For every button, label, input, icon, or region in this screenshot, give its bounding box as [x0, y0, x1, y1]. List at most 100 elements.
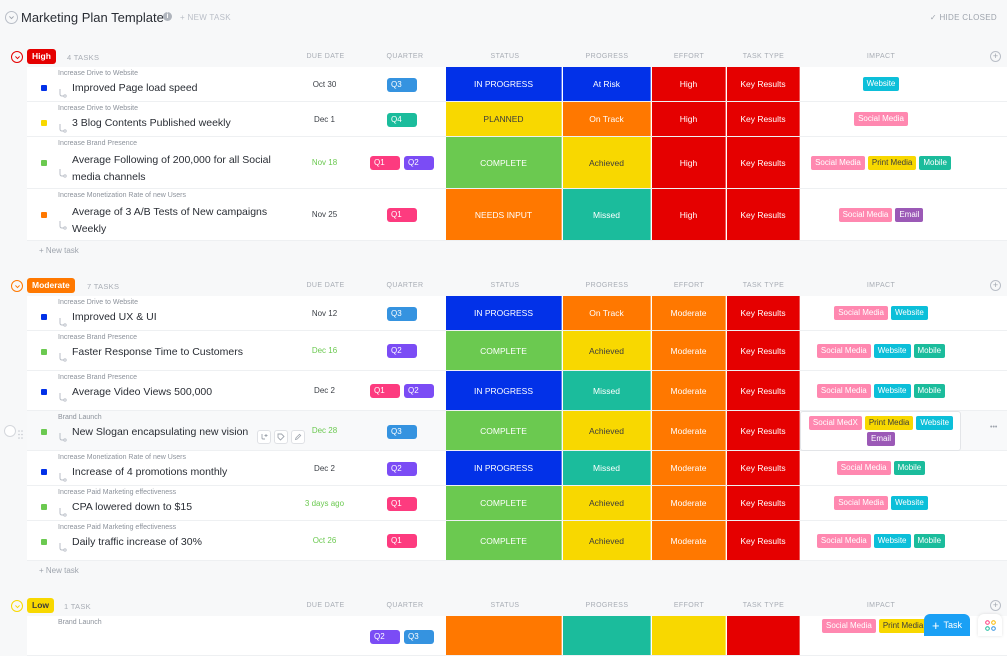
column-header-task-type[interactable]: TASK TYPE [727, 282, 800, 289]
progress-cell[interactable]: Missed [563, 371, 651, 410]
task-name[interactable]: Improved UX & UI [72, 309, 157, 326]
quarter-tags[interactable]: Q1 [370, 208, 434, 222]
effort-cell[interactable]: High [652, 102, 726, 136]
effort-cell[interactable]: High [652, 137, 726, 188]
status-square[interactable] [41, 85, 47, 91]
task-type-cell[interactable]: Key Results [727, 451, 800, 485]
effort-cell[interactable]: Moderate [652, 521, 726, 560]
column-header-effort[interactable]: EFFORT [652, 282, 726, 289]
column-header-progress[interactable]: PROGRESS [563, 602, 651, 609]
status-square[interactable] [41, 504, 47, 510]
task-name[interactable]: Increase of 4 promotions monthly [72, 464, 227, 481]
quarter-tags[interactable]: Q2 [370, 461, 434, 476]
status-cell[interactable]: NEEDS INPUT [446, 189, 562, 240]
new-task-button[interactable]: + New task [39, 246, 79, 255]
task-name[interactable]: CPA lowered down to $15 [72, 499, 192, 516]
task-row[interactable]: Brand Launch Q2 Q3 Social Media Print Media [27, 616, 1007, 656]
quarter-tags[interactable]: Q1 [370, 534, 434, 548]
hide-closed-toggle[interactable]: ✓ HIDE CLOSED [930, 13, 997, 22]
priority-badge[interactable]: High [27, 49, 56, 64]
progress-cell[interactable]: Achieved [563, 521, 651, 560]
status-cell[interactable]: IN PROGRESS [446, 296, 562, 330]
task-name[interactable]: Daily traffic increase of 30% [72, 534, 202, 551]
column-header-status[interactable]: STATUS [455, 53, 555, 60]
parent-task-label[interactable]: Increase Paid Marketing effectiveness [58, 524, 176, 531]
impact-tags[interactable]: Social Media Print Media Mobile [800, 137, 962, 188]
status-square[interactable] [41, 469, 47, 475]
quarter-tags[interactable]: Q2 [370, 344, 434, 358]
task-row[interactable]: Increase Brand Presence Average Following… [27, 137, 1007, 189]
task-row[interactable]: Increase Drive to Website Improved Page l… [27, 67, 1007, 102]
collapse-group-button[interactable] [11, 51, 23, 63]
quarter-tags[interactable]: Q1 [370, 496, 434, 511]
impact-tags[interactable]: Social Media [800, 102, 962, 136]
status-square[interactable] [41, 539, 47, 545]
impact-tags[interactable]: Social Media Website [800, 486, 962, 520]
due-date[interactable]: Nov 25 [292, 210, 357, 219]
column-header-impact[interactable]: IMPACT [800, 602, 962, 609]
progress-cell[interactable]: Achieved [563, 486, 651, 520]
parent-task-label[interactable]: Increase Brand Presence [58, 374, 137, 381]
due-date[interactable]: Dec 16 [292, 346, 357, 355]
task-row[interactable]: Increase Brand Presence Average Video Vie… [27, 371, 1007, 411]
task-name[interactable]: New Slogan encapsulating new vision [72, 424, 248, 441]
status-square[interactable] [41, 389, 47, 395]
collapse-list-button[interactable] [5, 11, 18, 24]
parent-task-label[interactable]: Increase Monetization Rate of new Users [58, 454, 186, 461]
impact-tags[interactable]: Social MedX Print Media Website Email [800, 411, 962, 450]
due-date[interactable]: Oct 30 [292, 80, 357, 89]
parent-task-label[interactable]: Increase Monetization Rate of new Users [58, 192, 186, 199]
task-name[interactable]: Average Video Views 500,000 [72, 384, 212, 401]
task-type-cell[interactable]: Key Results [727, 296, 800, 330]
column-header-task-type[interactable]: TASK TYPE [727, 53, 800, 60]
collapse-group-button[interactable] [11, 600, 23, 612]
quarter-tags[interactable]: Q3 [370, 425, 434, 439]
status-square[interactable] [41, 314, 47, 320]
column-header-quarter[interactable]: QUARTER [370, 282, 440, 289]
status-cell[interactable]: IN PROGRESS [446, 451, 562, 485]
new-task-link[interactable]: + NEW TASK [180, 13, 231, 22]
column-header-progress[interactable]: PROGRESS [563, 282, 651, 289]
status-cell[interactable]: PLANNED [446, 102, 562, 136]
column-header-quarter[interactable]: QUARTER [370, 53, 440, 60]
quarter-tags[interactable]: Q3 [370, 306, 434, 321]
task-type-cell[interactable]: Key Results [727, 137, 800, 188]
impact-tags[interactable]: Social Media Website Mobile [800, 331, 962, 370]
effort-cell[interactable]: High [652, 189, 726, 240]
status-cell[interactable]: COMPLETE [446, 137, 562, 188]
status-cell[interactable]: COMPLETE [446, 486, 562, 520]
task-name[interactable]: Faster Response Time to Customers [72, 344, 243, 361]
parent-task-label[interactable]: Brand Launch [58, 619, 102, 626]
progress-cell[interactable]: Achieved [563, 411, 651, 450]
parent-task-label[interactable]: Increase Brand Presence [58, 140, 137, 147]
status-cell[interactable]: IN PROGRESS [446, 67, 562, 101]
row-more-menu[interactable]: ••• [990, 424, 997, 431]
parent-task-label[interactable]: Increase Paid Marketing effectiveness [58, 489, 176, 496]
parent-task-label[interactable]: Increase Drive to Website [58, 299, 138, 306]
quarter-tags[interactable]: Q2 Q3 [370, 630, 434, 644]
task-type-cell[interactable]: Key Results [727, 189, 800, 240]
column-header-impact[interactable]: IMPACT [800, 282, 962, 289]
quarter-tags[interactable]: Q4 [370, 112, 434, 127]
task-row[interactable]: Increase Brand Presence Faster Response T… [27, 331, 1007, 371]
collapse-group-button[interactable] [11, 280, 23, 292]
impact-tags[interactable]: Social Media Website Mobile [800, 371, 962, 410]
due-date[interactable]: Dec 1 [292, 115, 357, 124]
due-date[interactable]: Nov 12 [292, 309, 357, 318]
priority-badge[interactable]: Moderate [27, 278, 75, 293]
due-date[interactable]: 3 days ago [292, 499, 357, 508]
impact-tags[interactable]: Social Media Email [800, 189, 962, 240]
parent-task-label[interactable]: Increase Brand Presence [58, 334, 137, 341]
column-header-effort[interactable]: EFFORT [652, 53, 726, 60]
column-header-task-type[interactable]: TASK TYPE [727, 602, 800, 609]
column-header-quarter[interactable]: QUARTER [370, 602, 440, 609]
impact-tags[interactable]: Social Media Website [800, 296, 962, 330]
due-date[interactable]: Oct 26 [292, 536, 357, 545]
quarter-tags[interactable]: Q1 Q2 [370, 384, 434, 398]
due-date[interactable]: Nov 18 [292, 158, 357, 167]
status-square[interactable] [41, 120, 47, 126]
new-task-button[interactable]: + New task [39, 566, 79, 575]
priority-badge[interactable]: Low [27, 598, 54, 613]
parent-task-label[interactable]: Increase Drive to Website [58, 70, 138, 77]
task-type-cell[interactable]: Key Results [727, 371, 800, 410]
